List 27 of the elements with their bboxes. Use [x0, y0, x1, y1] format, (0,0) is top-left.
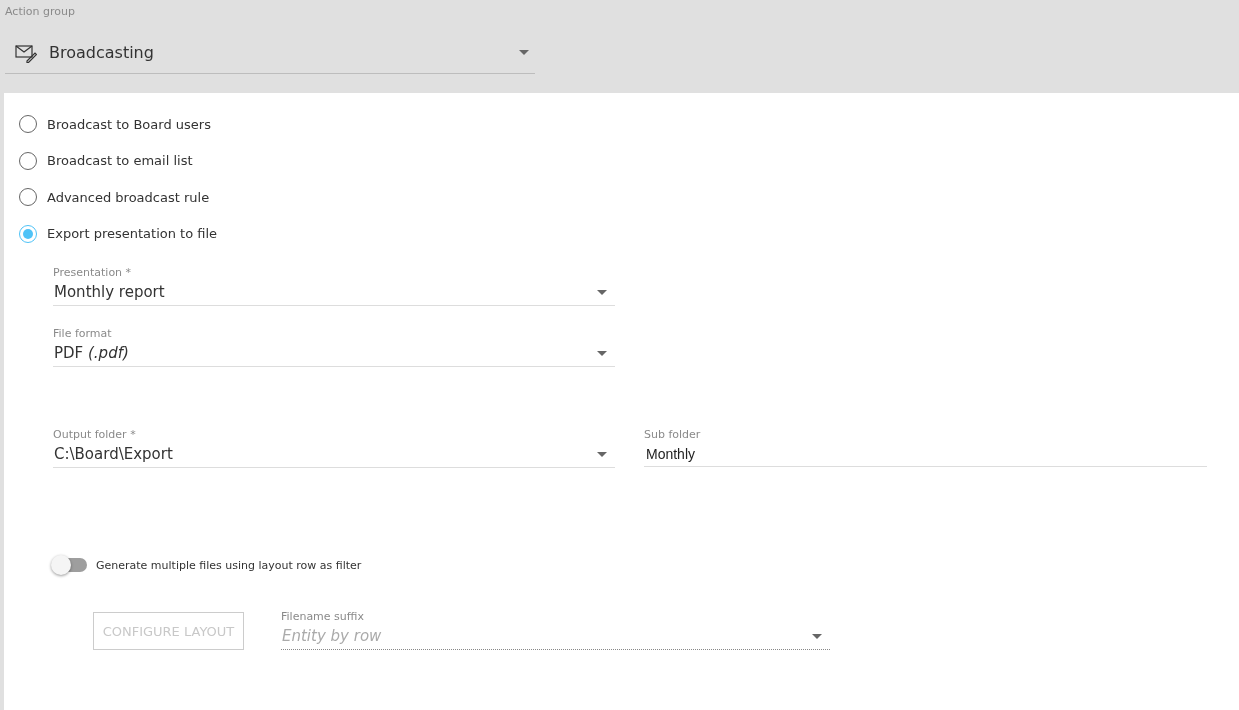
radio-label: Broadcast to email list	[47, 153, 193, 169]
caret-icon	[597, 350, 607, 356]
dropdown-field[interactable]: PDF (.pdf)	[53, 340, 615, 367]
caret-icon	[597, 289, 607, 295]
caret-icon	[597, 451, 607, 457]
caret-icon	[519, 50, 529, 55]
radio-label: Broadcast to Board users	[47, 116, 211, 132]
field-label: Filename suffix	[281, 610, 365, 623]
radio-label: Advanced broadcast rule	[47, 189, 210, 205]
field-label: Presentation *	[53, 266, 133, 279]
field-value: C:\Board\Export	[54, 445, 173, 463]
toggle-switch[interactable]	[53, 558, 87, 572]
dropdown-field[interactable]: C:\Board\Export	[53, 441, 615, 468]
field-label: File format	[53, 327, 113, 340]
caret-icon	[812, 633, 822, 639]
action-group-dropdown[interactable]: Broadcasting	[5, 32, 535, 74]
radio-label: Export presentation to file	[47, 226, 218, 242]
field-value: PDF (.pdf)	[54, 344, 129, 362]
field-value: Monthly report	[54, 283, 165, 301]
field-label: Action group	[5, 4, 76, 18]
toggle-label: Generate multiple files using layout row as filter	[96, 558, 362, 572]
placeholder-text: Entity by row	[282, 627, 382, 645]
dropdown-field[interactable]: Monthly report	[53, 279, 615, 306]
envelope-pencil-icon	[15, 42, 37, 63]
field-label: Output folder *	[53, 428, 137, 441]
field-label: Sub folder	[644, 428, 702, 441]
field-value: Broadcasting	[49, 43, 155, 62]
